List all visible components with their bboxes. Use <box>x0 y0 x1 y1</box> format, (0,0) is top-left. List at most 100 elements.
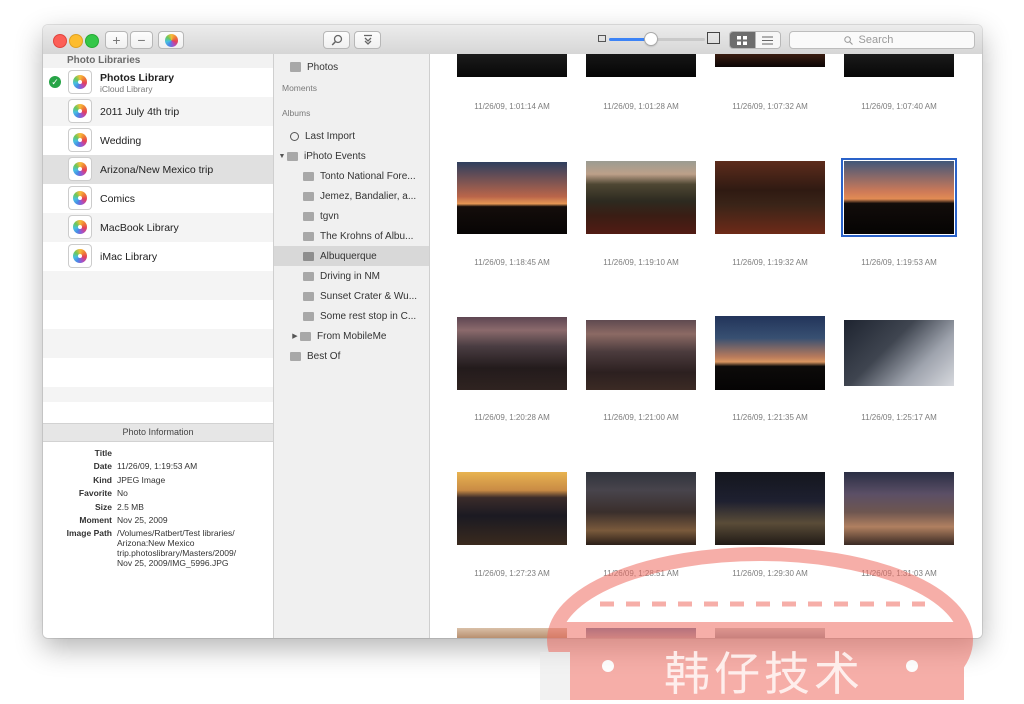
path-line: /Volumes/Ratbert/Test libraries/ <box>117 528 235 539</box>
sidebar-item-label: Albuquerque <box>320 250 377 262</box>
album-icon <box>303 211 314 221</box>
sidebar-item-label: Tonto National Fore... <box>320 170 416 182</box>
sidebar-item-iphoto-events[interactable]: ▼ iPhoto Events <box>274 146 429 166</box>
sidebar-item-event-selected[interactable]: Albuquerque <box>274 246 429 266</box>
search-input[interactable] <box>856 33 921 47</box>
empty-row <box>43 358 273 387</box>
photo-thumbnail[interactable] <box>457 162 567 234</box>
photo-thumbnail[interactable] <box>844 54 954 77</box>
reveal-button[interactable] <box>323 31 350 49</box>
photo-grid: 11/26/09, 1:01:14 AM 11/26/09, 1:01:28 A… <box>430 54 982 638</box>
library-icon <box>69 216 91 238</box>
photo-thumbnail[interactable] <box>586 161 696 234</box>
photo-thumbnail[interactable] <box>715 316 825 390</box>
sidebar-item-event-folder[interactable]: ▶ From MobileMe <box>274 326 429 346</box>
download-arrow-icon <box>363 34 372 45</box>
sidebar-item-event[interactable]: Jemez, Bandalier, a... <box>274 186 429 206</box>
grid-icon <box>737 35 748 45</box>
library-item[interactable]: iMac Library <box>43 242 273 271</box>
photo-thumbnail[interactable] <box>715 472 825 545</box>
sidebar-item-event[interactable]: Driving in NM <box>274 266 429 286</box>
photo-thumbnail[interactable] <box>715 54 825 67</box>
info-label: Favorite <box>78 488 112 499</box>
thumbnail-size-slider[interactable] <box>609 33 705 45</box>
close-window-button[interactable] <box>53 34 67 48</box>
photo-timestamp: 11/26/09, 1:29:30 AM <box>732 569 808 578</box>
sidebar-item-event[interactable]: Some rest stop in C... <box>274 306 429 326</box>
photo-info: Title Date 11/26/09, 1:19:53 AM Kind JPEG … <box>43 448 273 572</box>
library-item[interactable]: Wedding <box>43 126 273 155</box>
photo-thumbnail[interactable] <box>457 472 567 545</box>
zoom-window-button[interactable] <box>85 34 99 48</box>
library-name: iMac Library <box>100 250 158 263</box>
library-name: Arizona/New Mexico trip <box>100 163 214 176</box>
album-icon <box>303 251 314 261</box>
sidebar-item-event[interactable]: tgvn <box>274 206 429 226</box>
photo-thumbnail[interactable] <box>715 161 825 234</box>
library-item[interactable]: Comics <box>43 184 273 213</box>
list-view-button[interactable] <box>754 32 780 48</box>
photo-thumbnail[interactable] <box>586 320 696 390</box>
minimize-window-button[interactable] <box>69 34 83 48</box>
empty-row <box>43 387 273 402</box>
photo-timestamp: 11/26/09, 1:21:00 AM <box>603 413 679 422</box>
photo-thumbnail[interactable] <box>457 317 567 390</box>
sidebar-item-photos[interactable]: Photos <box>274 57 429 77</box>
photo-thumbnail[interactable] <box>715 628 825 638</box>
search-field[interactable] <box>789 31 975 49</box>
albums-header: Albums <box>282 108 311 118</box>
photo-thumbnail[interactable] <box>457 54 567 77</box>
library-item[interactable]: MacBook Library <box>43 213 273 242</box>
library-name: Wedding <box>100 134 142 147</box>
path-line: Nov 25, 2009/IMG_5996.JPG <box>117 558 229 569</box>
sidebar-item-event[interactable]: Tonto National Fore... <box>274 166 429 186</box>
photo-thumbnail[interactable] <box>586 472 696 545</box>
empty-row <box>43 300 273 329</box>
photo-timestamp: 11/26/09, 1:19:10 AM <box>603 258 679 267</box>
libraries-panel: Photo Libraries ✓ Photos Library iCloud … <box>43 54 274 638</box>
empty-row <box>43 271 273 300</box>
photo-timestamp: 11/26/09, 1:27:23 AM <box>474 569 550 578</box>
photo-thumbnail[interactable] <box>844 472 954 545</box>
sidebar-item-event[interactable]: The Krohns of Albu... <box>274 226 429 246</box>
photo-thumbnail[interactable] <box>586 628 696 638</box>
library-item-selected[interactable]: Arizona/New Mexico trip <box>43 155 273 184</box>
photo-timestamp: 11/26/09, 1:31:03 AM <box>861 569 937 578</box>
library-item[interactable]: ✓ Photos Library iCloud Library <box>43 68 273 97</box>
library-icon <box>69 245 91 267</box>
photo-thumbnail[interactable] <box>457 628 567 638</box>
photo-thumbnail[interactable] <box>586 54 696 77</box>
sidebar-item-label: Best Of <box>307 350 341 362</box>
open-in-photos-button[interactable] <box>158 31 184 49</box>
library-name: Comics <box>100 192 136 205</box>
photo-thumbnail-selected[interactable] <box>841 158 957 237</box>
sidebar-item-event[interactable]: Sunset Crater & Wu... <box>274 286 429 306</box>
add-library-button[interactable]: + <box>105 31 128 49</box>
moments-header[interactable]: Moments <box>282 83 317 93</box>
library-item[interactable]: 2011 July 4th trip <box>43 97 273 126</box>
sidebar-item-label: From MobileMe <box>317 330 387 342</box>
info-label: Title <box>94 448 112 458</box>
album-icon <box>303 271 314 281</box>
info-label: Image Path <box>66 528 112 539</box>
album-icon <box>303 191 314 201</box>
photo-timestamp: 11/26/09, 1:19:53 AM <box>861 258 937 267</box>
remove-library-button[interactable]: − <box>130 31 153 49</box>
sidebar-item-last-import[interactable]: Last Import <box>274 126 429 146</box>
path-line: trip.photoslibrary/Masters/2009/ <box>117 548 237 559</box>
toolbar: + − <box>43 25 982 55</box>
checkmark-icon: ✓ <box>49 76 61 88</box>
disclosure-triangle-open-icon[interactable]: ▼ <box>277 153 287 160</box>
info-label: Kind <box>93 474 112 485</box>
photo-timestamp: 11/26/09, 1:01:28 AM <box>603 102 679 111</box>
export-button[interactable] <box>354 31 381 49</box>
info-label: Moment <box>79 514 112 525</box>
disclosure-triangle-closed-icon[interactable]: ▶ <box>290 332 300 340</box>
slider-knob[interactable] <box>645 33 658 45</box>
sidebar-item-best-of[interactable]: Best Of <box>274 346 429 366</box>
grid-view-button[interactable] <box>730 32 755 48</box>
photo-thumbnail[interactable] <box>844 320 954 386</box>
sidebar-item-label: Last Import <box>305 130 356 142</box>
list-icon <box>762 36 774 44</box>
album-icon <box>303 171 314 181</box>
